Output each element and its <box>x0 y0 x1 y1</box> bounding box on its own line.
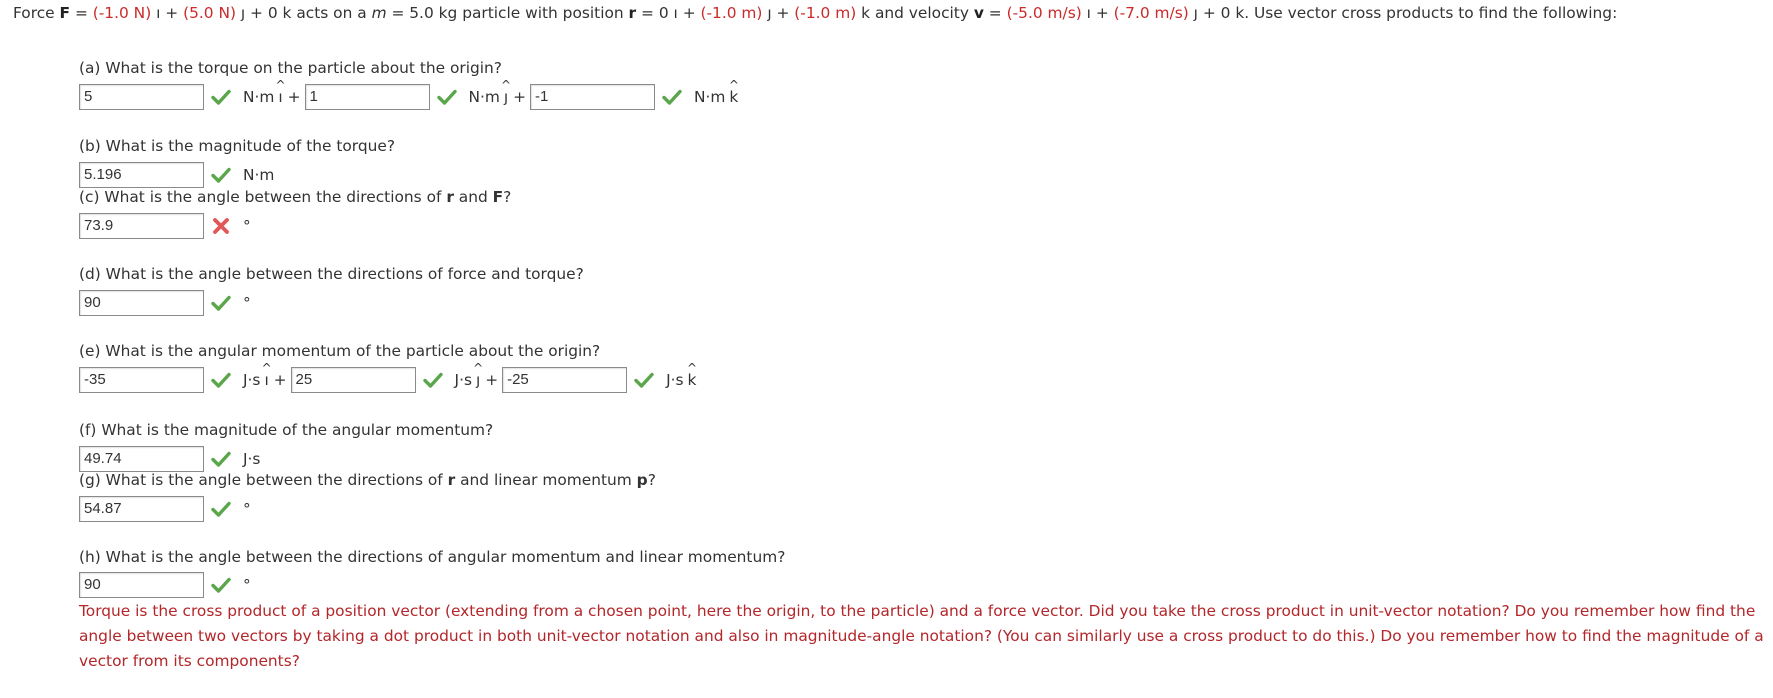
check-icon <box>422 367 445 393</box>
torque-y-input[interactable]: 1 <box>304 84 430 110</box>
angle-l-p-input[interactable]: 90 <box>79 572 204 598</box>
x-icon <box>211 213 233 239</box>
i-hat: ı <box>264 371 268 389</box>
torque-z-input[interactable]: -1 <box>530 84 655 110</box>
answer-row-h: 90 ° <box>79 572 255 598</box>
check-icon <box>211 446 233 472</box>
check-icon <box>211 162 233 188</box>
question-f: (f) What is the magnitude of the angular… <box>79 421 494 439</box>
angle-r-p-input[interactable]: 54.87 <box>79 496 204 522</box>
answer-row-a: 5N·mı +1N·mȷ +-1N·mk <box>79 84 738 110</box>
question-e: (e) What is the angular momentum of the … <box>79 342 601 360</box>
check-icon <box>211 367 233 393</box>
angular-momentum-z-input[interactable]: -25 <box>502 367 628 393</box>
question-c: (c) What is the angle between the direct… <box>79 188 512 206</box>
answer-row-f: 49.74 J·s <box>79 446 264 472</box>
answer-row-g: 54.87 ° <box>79 496 255 522</box>
angular-momentum-x-input[interactable]: -35 <box>79 367 204 393</box>
check-icon <box>211 84 233 110</box>
k-hat: k <box>729 88 738 106</box>
check-icon <box>662 84 684 110</box>
answer-row-c: 73.9 ° <box>79 213 255 239</box>
check-icon <box>211 496 233 522</box>
answer-row-e: -35J·sı +25J·sȷ +-25J·sk <box>79 367 696 393</box>
question-a: (a) What is the torque on the particle a… <box>79 59 502 77</box>
angle-force-torque-input[interactable]: 90 <box>79 290 204 316</box>
angle-r-f-input[interactable]: 73.9 <box>79 213 204 239</box>
j-hat: ȷ <box>504 88 508 106</box>
question-d: (d) What is the angle between the direct… <box>79 265 584 283</box>
check-icon <box>634 367 656 393</box>
j-hat: ȷ <box>476 371 480 389</box>
check-icon <box>211 572 233 598</box>
answer-row-d: 90 ° <box>79 290 255 316</box>
problem-statement: Force F = (-1.0 N) ı + (5.0 N) ȷ + 0 k a… <box>13 1 1758 25</box>
question-g: (g) What is the angle between the direct… <box>79 471 656 489</box>
check-icon <box>436 84 459 110</box>
problem-page: Force F = (-1.0 N) ı + (5.0 N) ȷ + 0 k a… <box>0 0 1773 698</box>
torque-magnitude-input[interactable]: 5.196 <box>79 162 204 188</box>
i-hat: ı <box>278 88 282 106</box>
torque-x-input[interactable]: 5 <box>79 84 204 110</box>
question-h: (h) What is the angle between the direct… <box>79 548 786 566</box>
angular-momentum-magnitude-input[interactable]: 49.74 <box>79 446 204 472</box>
answer-row-b: 5.196 N·m <box>79 162 278 188</box>
question-b: (b) What is the magnitude of the torque? <box>79 137 396 155</box>
angular-momentum-y-input[interactable]: 25 <box>290 367 416 393</box>
hint-text: Torque is the cross product of a positio… <box>79 602 1764 670</box>
check-icon <box>211 290 233 316</box>
k-hat: k <box>688 371 697 389</box>
